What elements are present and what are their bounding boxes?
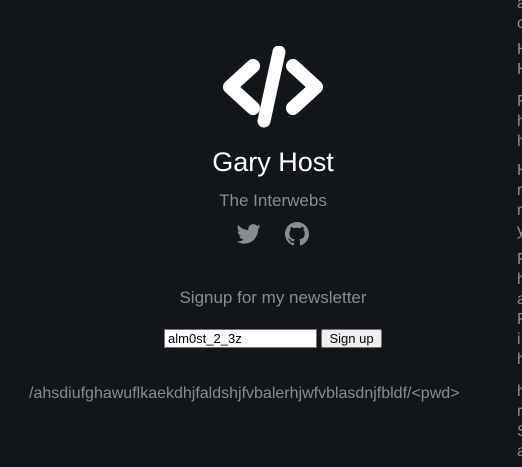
twitter-link[interactable] [237,222,261,246]
clipped-line: h [517,133,522,150]
clipped-line: F [517,93,522,110]
clipped-line: c [517,15,522,32]
clipped-line: y [517,222,522,239]
clipped-line: F [517,251,522,268]
clipped-line: H [517,62,522,78]
clipped-line: r [517,403,522,420]
code-brackets-logo-icon [223,46,323,128]
clipped-line: a [517,443,522,460]
github-link[interactable] [285,222,309,246]
clipped-line: a [517,291,522,308]
site-subtitle: The Interwebs [219,191,327,210]
signup-button[interactable]: Sign up [321,329,382,348]
clipped-line: a [517,0,522,12]
clipped-line: H [517,163,522,179]
clipped-line: H [517,42,522,58]
newsletter-email-input[interactable] [164,329,317,348]
clipped-line: h [517,383,522,400]
clipped-line: n [517,182,522,199]
newsletter-heading: Signup for my newsletter [179,288,367,307]
clipped-text-column: a c H H F h h H n n y F h a F i h h r S … [517,0,522,467]
clipped-line: i [517,331,521,348]
twitter-icon [237,224,261,244]
github-icon [285,222,309,246]
clipped-line: F [517,311,522,328]
clipped-line: n [517,202,522,219]
clipped-line: h [517,271,522,288]
path-text: /ahsdiufghawuflkaekdhjfaldshjfvbalerhjwf… [29,385,460,402]
clipped-line: h [517,351,522,368]
clipped-line: S [517,424,522,440]
site-title: Gary Host [212,147,334,177]
clipped-line: h [517,113,522,130]
